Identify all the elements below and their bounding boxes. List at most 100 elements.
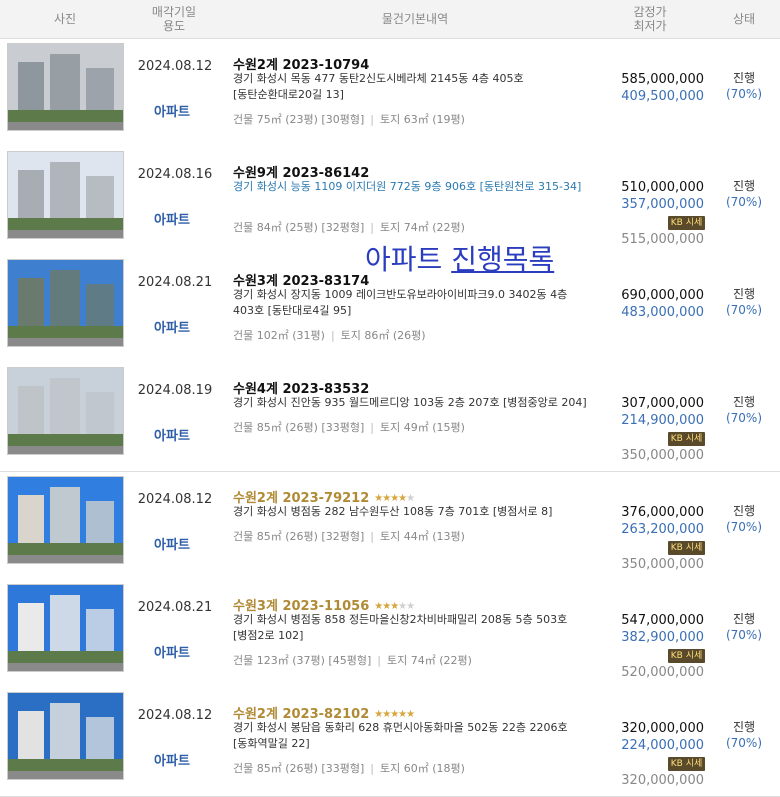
land-area: 토지 74㎡ (22평) bbox=[386, 654, 472, 667]
area-info: 건물 75㎡ (23평) [30평형] | 토지 63㎡ (19평) bbox=[233, 111, 465, 127]
appraisal-price: 690,000,000 bbox=[621, 288, 704, 303]
usage-link[interactable]: 아파트 bbox=[134, 209, 210, 228]
table-row[interactable]: 2024.08.12 아파트 수원2계 2023-79212 ★★★★★ 경기 화성시 … bbox=[0, 472, 780, 581]
property-photo[interactable] bbox=[7, 367, 124, 455]
market-price-badge-label: 시세 bbox=[685, 218, 703, 228]
usage-link[interactable]: 아파트 bbox=[134, 534, 210, 553]
property-address[interactable]: 경기 화성시 봉담읍 동화리 628 휴먼시아동화마을 502동 22층 220… bbox=[233, 720, 588, 752]
header-sale-date: 매각기일 bbox=[151, 5, 197, 19]
table-row[interactable]: 2024.08.19 아파트 수원4계 2023-83532 경기 화성시 진안동 9… bbox=[0, 363, 780, 472]
header-status: 상태 bbox=[732, 12, 756, 26]
table-header: 사진 매각기일 용도 물건기본내역 감정가 최저가 상태 bbox=[0, 0, 780, 39]
property-photo[interactable] bbox=[7, 259, 124, 347]
rating-stars: ★★★★★ bbox=[374, 493, 415, 504]
market-price: 520,000,000 bbox=[621, 665, 704, 680]
land-area: 토지 86㎡ (26평) bbox=[340, 329, 426, 342]
building-area: 건물 85㎡ (26평) [33평형] bbox=[233, 421, 365, 434]
property-photo[interactable] bbox=[7, 692, 124, 780]
kb-icon: KB bbox=[670, 759, 683, 769]
appraisal-price: 376,000,000 bbox=[621, 505, 704, 520]
table-row[interactable]: 2024.08.12 아파트 수원2계 2023-10794 경기 화성시 목동 47… bbox=[0, 39, 780, 148]
minimum-price: 382,900,000 bbox=[621, 630, 704, 645]
kb-icon: KB bbox=[670, 543, 683, 553]
usage-link[interactable]: 아파트 bbox=[134, 317, 210, 336]
header-date-usage: 매각기일 용도 bbox=[134, 0, 214, 38]
separator: | bbox=[370, 113, 374, 126]
sale-date: 2024.08.21 bbox=[137, 600, 213, 615]
property-address[interactable]: 경기 화성시 장지동 1009 레이크반도유보라아이비파크9.0 3402동 4… bbox=[233, 287, 588, 319]
minimum-price: 483,000,000 bbox=[621, 305, 704, 320]
area-info: 건물 102㎡ (31평) | 토지 86㎡ (26평) bbox=[233, 327, 426, 343]
usage-link[interactable]: 아파트 bbox=[134, 750, 210, 769]
market-price-badge[interactable]: KB 시세 bbox=[668, 216, 705, 230]
property-address[interactable]: 경기 화성시 병점동 858 정든마을신창2차비바패밀리 208동 5층 503… bbox=[233, 612, 588, 644]
property-address[interactable]: 경기 화성시 능동 1109 이지더원 772동 9층 906호 [동탄원천로 … bbox=[233, 179, 588, 195]
market-price-badge-label: 시세 bbox=[685, 543, 703, 553]
market-price-badge[interactable]: KB 시세 bbox=[668, 649, 705, 663]
property-photo[interactable] bbox=[7, 476, 124, 564]
overlay-title: 아파트 진행목록 bbox=[365, 238, 554, 278]
property-photo[interactable] bbox=[7, 43, 124, 131]
market-price-badge-label: 시세 bbox=[685, 651, 703, 661]
usage-link[interactable]: 아파트 bbox=[134, 425, 210, 444]
header-prices: 감정가 최저가 bbox=[610, 0, 690, 38]
building-area: 건물 85㎡ (26평) [32평형] bbox=[233, 530, 365, 543]
status-percent: (70%) bbox=[725, 303, 763, 317]
market-price: 350,000,000 bbox=[621, 557, 704, 572]
status-text: 진행 bbox=[732, 504, 756, 518]
property-photo[interactable] bbox=[7, 584, 124, 672]
separator: | bbox=[370, 762, 374, 775]
appraisal-price: 510,000,000 bbox=[621, 180, 704, 195]
area-info: 건물 84㎡ (25평) [32평형] | 토지 74㎡ (22평) bbox=[233, 219, 465, 235]
building-area: 건물 123㎡ (37평) [45평형] bbox=[233, 654, 372, 667]
land-area: 토지 63㎡ (19평) bbox=[379, 113, 465, 126]
sale-date: 2024.08.12 bbox=[137, 492, 213, 507]
status-text: 진행 bbox=[732, 287, 756, 301]
minimum-price: 224,000,000 bbox=[621, 738, 704, 753]
header-photo: 사진 bbox=[53, 12, 77, 26]
status-percent: (70%) bbox=[725, 411, 763, 425]
building-area: 건물 84㎡ (25평) [32평형] bbox=[233, 221, 365, 234]
area-info: 건물 85㎡ (26평) [32평형] | 토지 44㎡ (13평) bbox=[233, 528, 465, 544]
overlay-title-prefix: 아파트 bbox=[365, 243, 452, 276]
market-price-badge[interactable]: KB 시세 bbox=[668, 432, 705, 446]
status-text: 진행 bbox=[732, 395, 756, 409]
usage-link[interactable]: 아파트 bbox=[134, 101, 210, 120]
status-percent: (70%) bbox=[725, 87, 763, 101]
status-percent: (70%) bbox=[725, 628, 763, 642]
rating-stars: ★★★★★ bbox=[374, 601, 415, 612]
land-area: 토지 74㎡ (22평) bbox=[379, 221, 465, 234]
separator: | bbox=[370, 530, 374, 543]
status-text: 진행 bbox=[732, 71, 756, 85]
market-price-badge[interactable]: KB 시세 bbox=[668, 541, 705, 555]
table-row[interactable]: 2024.08.12 아파트 수원2계 2023-82102 ★★★★★ 경기 화성시 … bbox=[0, 688, 780, 797]
kb-icon: KB bbox=[670, 434, 683, 444]
status-percent: (70%) bbox=[725, 195, 763, 209]
overlay-title-link[interactable]: 진행목록 bbox=[451, 243, 554, 276]
status-text: 진행 bbox=[732, 179, 756, 193]
separator: | bbox=[370, 421, 374, 434]
appraisal-price: 307,000,000 bbox=[621, 396, 704, 411]
sale-date: 2024.08.12 bbox=[137, 708, 213, 723]
separator: | bbox=[370, 221, 374, 234]
property-address[interactable]: 경기 화성시 목동 477 동탄2신도시베라체 2145동 4층 405호 [동… bbox=[233, 71, 588, 103]
separator: | bbox=[330, 329, 335, 342]
property-address[interactable]: 경기 화성시 병점동 282 남수원두산 108동 7층 701호 [병점서로 … bbox=[233, 504, 588, 520]
minimum-price: 357,000,000 bbox=[621, 197, 704, 212]
status-percent: (70%) bbox=[725, 736, 763, 750]
area-info: 건물 85㎡ (26평) [33평형] | 토지 60㎡ (18평) bbox=[233, 760, 465, 776]
land-area: 토지 49㎡ (15평) bbox=[379, 421, 465, 434]
usage-link[interactable]: 아파트 bbox=[134, 642, 210, 661]
property-address[interactable]: 경기 화성시 진안동 935 월드메르디앙 103동 2층 207호 [병점중앙… bbox=[233, 395, 588, 411]
sale-date: 2024.08.21 bbox=[137, 275, 213, 290]
market-price: 350,000,000 bbox=[621, 448, 704, 463]
market-price: 320,000,000 bbox=[621, 773, 704, 788]
table-row[interactable]: 2024.08.21 아파트 수원3계 2023-11056 ★★★★★ 경기 화성시 … bbox=[0, 580, 780, 689]
property-photo[interactable] bbox=[7, 151, 124, 239]
minimum-price: 214,900,000 bbox=[621, 413, 704, 428]
sale-date: 2024.08.16 bbox=[137, 167, 213, 182]
market-price: 515,000,000 bbox=[621, 232, 704, 247]
sale-date: 2024.08.19 bbox=[137, 383, 213, 398]
separator: | bbox=[377, 654, 381, 667]
market-price-badge[interactable]: KB 시세 bbox=[668, 757, 705, 771]
